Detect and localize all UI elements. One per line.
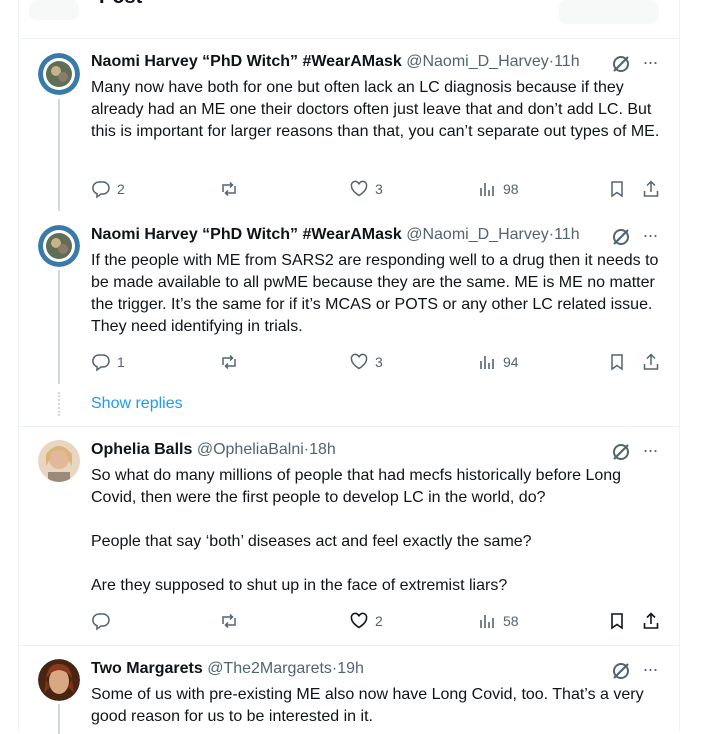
reply-post[interactable]: Two Margarets @The2Margarets·19h ··· Som… — [19, 646, 679, 734]
view-count: 58 — [503, 613, 519, 629]
share-icon — [643, 353, 659, 370]
action-bar: 1 3 94 — [91, 350, 663, 374]
share-button[interactable] — [641, 350, 661, 374]
bookmark-icon — [611, 613, 623, 630]
share-icon — [643, 612, 659, 629]
display-name[interactable]: Naomi Harvey “PhD Witch” #WearAMask — [91, 53, 402, 70]
reply-button[interactable]: 1 — [91, 350, 125, 374]
reply-icon — [92, 354, 110, 372]
like-button[interactable]: 2 — [349, 609, 383, 633]
views-button[interactable]: 58 — [477, 609, 519, 633]
display-name[interactable]: Two Margarets — [91, 660, 203, 677]
post-paragraph: Some of us with pre-existing ME also now… — [91, 686, 644, 725]
thread-line — [58, 704, 60, 734]
timeline-column: Post Naomi Harvey “PhD Witch” #WearAMask… — [18, 0, 680, 734]
timestamp[interactable]: 11h — [554, 226, 580, 243]
views-button[interactable]: 94 — [477, 350, 519, 374]
repost-button[interactable] — [219, 177, 245, 201]
user-handle[interactable]: @OpheliaBalni — [197, 441, 304, 458]
repost-icon — [222, 613, 236, 629]
post-text: So what do many millions of people that … — [91, 465, 661, 597]
avatar[interactable] — [38, 53, 80, 95]
post-header: Naomi Harvey “PhD Witch” #WearAMask @Nao… — [91, 226, 580, 244]
views-button[interactable]: 98 — [477, 177, 519, 201]
post-paragraph: If the people with ME from SARS2 are res… — [91, 252, 659, 335]
repost-button[interactable] — [219, 350, 245, 374]
like-button[interactable]: 3 — [349, 350, 383, 374]
share-icon — [643, 180, 659, 197]
post-paragraph: People that say ‘both’ diseases act and … — [91, 533, 532, 550]
heart-icon — [350, 612, 368, 629]
post-text: Many now have both for one but often lac… — [91, 77, 661, 143]
post-header: Naomi Harvey “PhD Witch” #WearAMask @Nao… — [91, 53, 580, 71]
like-count: 3 — [375, 181, 383, 197]
reply-icon — [92, 181, 110, 199]
avatar[interactable] — [38, 225, 80, 267]
bookmark-button[interactable] — [607, 177, 627, 201]
grok-icon[interactable] — [611, 54, 631, 74]
heart-icon — [350, 180, 368, 197]
analytics-icon — [480, 356, 494, 369]
show-replies-link[interactable]: Show replies — [91, 395, 183, 413]
reply-button[interactable]: 2 — [91, 177, 125, 201]
action-bar: 2 3 98 — [91, 177, 663, 201]
like-button[interactable]: 3 — [349, 177, 383, 201]
thread-line — [58, 99, 60, 211]
back-button[interactable] — [29, 0, 79, 20]
post-header: Ophelia Balls @OpheliaBalni·18h — [91, 441, 336, 459]
action-bar: 2 58 — [91, 609, 663, 633]
repost-button[interactable] — [219, 609, 245, 633]
like-count: 2 — [375, 613, 383, 629]
repost-icon — [222, 354, 236, 370]
avatar[interactable] — [38, 440, 80, 482]
timestamp[interactable]: 19h — [337, 660, 364, 677]
post-text: Some of us with pre-existing ME also now… — [91, 684, 661, 728]
reply-icon — [92, 613, 110, 631]
timestamp[interactable]: 11h — [554, 53, 580, 70]
analytics-icon — [480, 183, 494, 196]
reply-sort-control[interactable] — [559, 0, 659, 24]
more-options-icon[interactable]: ··· — [639, 441, 661, 463]
bookmark-button[interactable] — [607, 350, 627, 374]
more-options-icon[interactable]: ··· — [639, 226, 661, 248]
view-count: 98 — [503, 181, 519, 197]
reply-count: 1 — [117, 354, 125, 370]
analytics-icon — [480, 615, 494, 628]
bookmark-button[interactable] — [607, 609, 627, 633]
reply-post[interactable]: Ophelia Balls @OpheliaBalni·18h ··· So w… — [19, 427, 679, 645]
thread-dotted-line — [58, 392, 62, 416]
avatar[interactable] — [38, 659, 80, 701]
user-handle[interactable]: @Naomi_D_Harvey — [406, 53, 549, 70]
post-paragraph: Are they supposed to shut up in the face… — [91, 577, 508, 594]
timestamp[interactable]: 18h — [309, 441, 336, 458]
share-button[interactable] — [641, 177, 661, 201]
reply-button[interactable] — [91, 609, 117, 633]
bookmark-icon — [611, 354, 623, 371]
thread-line — [58, 270, 60, 384]
post-header: Two Margarets @The2Margarets·19h — [91, 660, 364, 678]
repost-icon — [222, 181, 236, 197]
reply-post[interactable]: Naomi Harvey “PhD Witch” #WearAMask @Nao… — [19, 39, 679, 211]
user-handle[interactable]: @Naomi_D_Harvey — [406, 226, 549, 243]
more-options-icon[interactable]: ··· — [639, 660, 661, 682]
share-button[interactable] — [641, 609, 661, 633]
post-paragraph: Many now have both for one but often lac… — [91, 79, 660, 140]
display-name[interactable]: Ophelia Balls — [91, 441, 192, 458]
grok-icon[interactable] — [611, 227, 631, 247]
post-text: If the people with ME from SARS2 are res… — [91, 250, 661, 338]
user-handle[interactable]: @The2Margarets — [207, 660, 332, 677]
grok-icon[interactable] — [611, 661, 631, 681]
heart-icon — [350, 353, 368, 370]
display-name[interactable]: Naomi Harvey “PhD Witch” #WearAMask — [91, 226, 402, 243]
view-count: 94 — [503, 354, 519, 370]
post-paragraph: So what do many millions of people that … — [91, 467, 622, 506]
bookmark-icon — [611, 181, 623, 198]
post-header-bar: Post — [19, 0, 679, 39]
grok-icon[interactable] — [611, 442, 631, 462]
like-count: 3 — [375, 354, 383, 370]
more-options-icon[interactable]: ··· — [639, 53, 661, 75]
reply-count: 2 — [117, 181, 125, 197]
page-title: Post — [99, 0, 142, 9]
reply-post[interactable]: Naomi Harvey “PhD Witch” #WearAMask @Nao… — [19, 212, 679, 426]
